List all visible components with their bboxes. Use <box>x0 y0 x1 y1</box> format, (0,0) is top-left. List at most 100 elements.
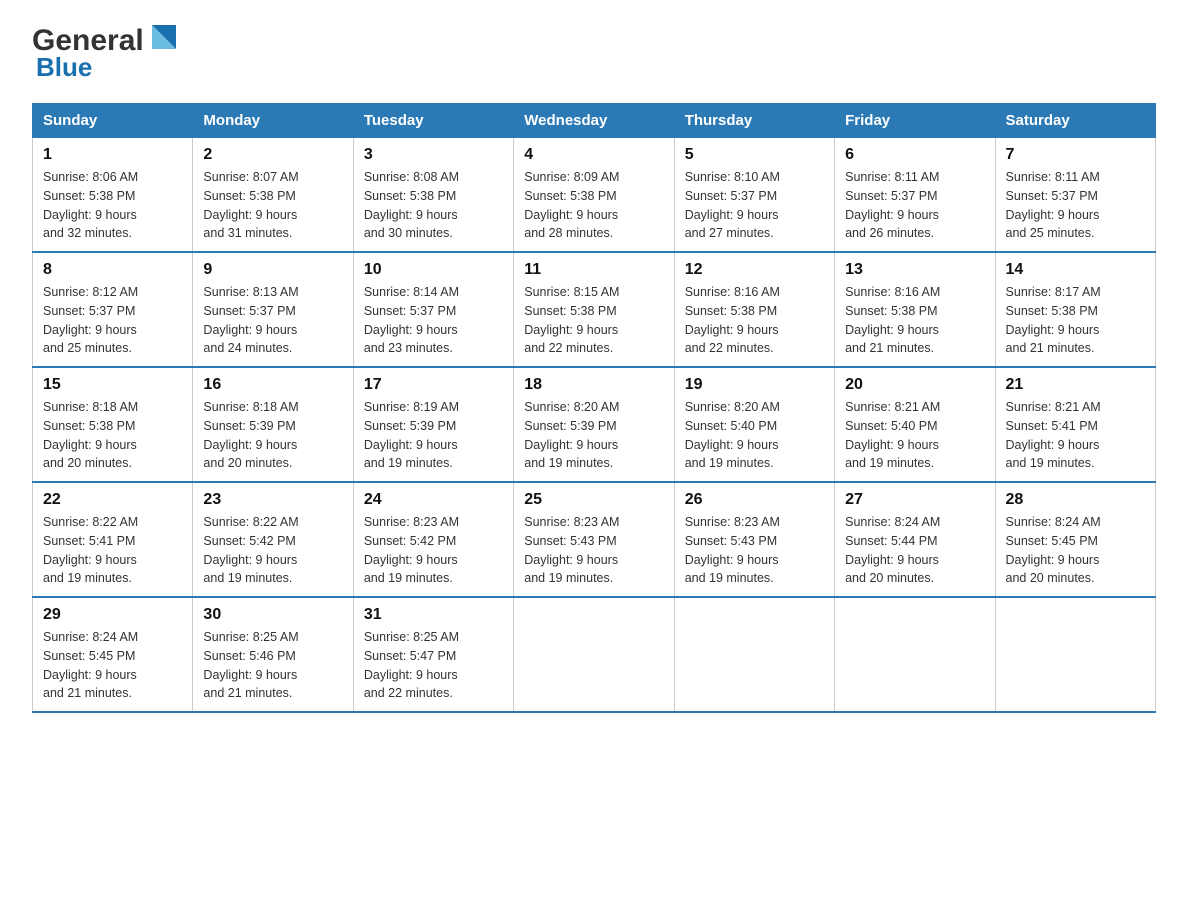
day-number: 21 <box>1006 376 1145 394</box>
day-info: Sunrise: 8:16 AM Sunset: 5:38 PM Dayligh… <box>685 283 824 358</box>
day-info: Sunrise: 8:23 AM Sunset: 5:43 PM Dayligh… <box>524 513 663 588</box>
day-info: Sunrise: 8:21 AM Sunset: 5:40 PM Dayligh… <box>845 398 984 473</box>
calendar-cell <box>995 597 1155 712</box>
day-info: Sunrise: 8:11 AM Sunset: 5:37 PM Dayligh… <box>845 168 984 243</box>
calendar-cell: 12 Sunrise: 8:16 AM Sunset: 5:38 PM Dayl… <box>674 252 834 367</box>
day-info: Sunrise: 8:10 AM Sunset: 5:37 PM Dayligh… <box>685 168 824 243</box>
day-number: 22 <box>43 491 182 509</box>
calendar-cell: 3 Sunrise: 8:08 AM Sunset: 5:38 PM Dayli… <box>353 138 513 253</box>
day-info: Sunrise: 8:11 AM Sunset: 5:37 PM Dayligh… <box>1006 168 1145 243</box>
col-header-friday: Friday <box>835 104 995 138</box>
calendar-cell: 11 Sunrise: 8:15 AM Sunset: 5:38 PM Dayl… <box>514 252 674 367</box>
day-number: 7 <box>1006 146 1145 164</box>
day-info: Sunrise: 8:23 AM Sunset: 5:42 PM Dayligh… <box>364 513 503 588</box>
calendar-cell: 28 Sunrise: 8:24 AM Sunset: 5:45 PM Dayl… <box>995 482 1155 597</box>
day-info: Sunrise: 8:22 AM Sunset: 5:42 PM Dayligh… <box>203 513 342 588</box>
day-info: Sunrise: 8:06 AM Sunset: 5:38 PM Dayligh… <box>43 168 182 243</box>
calendar-cell: 20 Sunrise: 8:21 AM Sunset: 5:40 PM Dayl… <box>835 367 995 482</box>
col-header-tuesday: Tuesday <box>353 104 513 138</box>
day-info: Sunrise: 8:16 AM Sunset: 5:38 PM Dayligh… <box>845 283 984 358</box>
calendar-cell <box>835 597 995 712</box>
day-info: Sunrise: 8:22 AM Sunset: 5:41 PM Dayligh… <box>43 513 182 588</box>
day-number: 20 <box>845 376 984 394</box>
calendar-table: SundayMondayTuesdayWednesdayThursdayFrid… <box>32 103 1156 713</box>
day-number: 13 <box>845 261 984 279</box>
calendar-cell: 10 Sunrise: 8:14 AM Sunset: 5:37 PM Dayl… <box>353 252 513 367</box>
day-number: 15 <box>43 376 182 394</box>
calendar-cell: 21 Sunrise: 8:21 AM Sunset: 5:41 PM Dayl… <box>995 367 1155 482</box>
calendar-cell: 29 Sunrise: 8:24 AM Sunset: 5:45 PM Dayl… <box>33 597 193 712</box>
calendar-cell: 8 Sunrise: 8:12 AM Sunset: 5:37 PM Dayli… <box>33 252 193 367</box>
calendar-cell: 13 Sunrise: 8:16 AM Sunset: 5:38 PM Dayl… <box>835 252 995 367</box>
calendar-week-row: 8 Sunrise: 8:12 AM Sunset: 5:37 PM Dayli… <box>33 252 1156 367</box>
calendar-cell: 15 Sunrise: 8:18 AM Sunset: 5:38 PM Dayl… <box>33 367 193 482</box>
day-number: 3 <box>364 146 503 164</box>
day-number: 25 <box>524 491 663 509</box>
col-header-sunday: Sunday <box>33 104 193 138</box>
day-info: Sunrise: 8:18 AM Sunset: 5:38 PM Dayligh… <box>43 398 182 473</box>
day-number: 1 <box>43 146 182 164</box>
day-number: 2 <box>203 146 342 164</box>
logo-blue: Blue <box>36 52 92 82</box>
day-number: 18 <box>524 376 663 394</box>
calendar-cell: 25 Sunrise: 8:23 AM Sunset: 5:43 PM Dayl… <box>514 482 674 597</box>
day-info: Sunrise: 8:20 AM Sunset: 5:40 PM Dayligh… <box>685 398 824 473</box>
logo: General Blue <box>32 24 182 83</box>
calendar-week-row: 29 Sunrise: 8:24 AM Sunset: 5:45 PM Dayl… <box>33 597 1156 712</box>
day-number: 31 <box>364 606 503 624</box>
calendar-cell: 2 Sunrise: 8:07 AM Sunset: 5:38 PM Dayli… <box>193 138 353 253</box>
day-info: Sunrise: 8:24 AM Sunset: 5:44 PM Dayligh… <box>845 513 984 588</box>
calendar-cell <box>514 597 674 712</box>
day-number: 14 <box>1006 261 1145 279</box>
calendar-cell: 31 Sunrise: 8:25 AM Sunset: 5:47 PM Dayl… <box>353 597 513 712</box>
calendar-cell: 18 Sunrise: 8:20 AM Sunset: 5:39 PM Dayl… <box>514 367 674 482</box>
day-info: Sunrise: 8:19 AM Sunset: 5:39 PM Dayligh… <box>364 398 503 473</box>
day-number: 9 <box>203 261 342 279</box>
day-number: 11 <box>524 261 663 279</box>
day-number: 4 <box>524 146 663 164</box>
calendar-cell: 4 Sunrise: 8:09 AM Sunset: 5:38 PM Dayli… <box>514 138 674 253</box>
day-info: Sunrise: 8:14 AM Sunset: 5:37 PM Dayligh… <box>364 283 503 358</box>
day-info: Sunrise: 8:18 AM Sunset: 5:39 PM Dayligh… <box>203 398 342 473</box>
calendar-cell: 7 Sunrise: 8:11 AM Sunset: 5:37 PM Dayli… <box>995 138 1155 253</box>
day-number: 8 <box>43 261 182 279</box>
calendar-cell: 26 Sunrise: 8:23 AM Sunset: 5:43 PM Dayl… <box>674 482 834 597</box>
day-info: Sunrise: 8:08 AM Sunset: 5:38 PM Dayligh… <box>364 168 503 243</box>
calendar-cell: 14 Sunrise: 8:17 AM Sunset: 5:38 PM Dayl… <box>995 252 1155 367</box>
col-header-thursday: Thursday <box>674 104 834 138</box>
day-info: Sunrise: 8:09 AM Sunset: 5:38 PM Dayligh… <box>524 168 663 243</box>
day-number: 6 <box>845 146 984 164</box>
calendar-cell: 30 Sunrise: 8:25 AM Sunset: 5:46 PM Dayl… <box>193 597 353 712</box>
day-number: 17 <box>364 376 503 394</box>
col-header-wednesday: Wednesday <box>514 104 674 138</box>
calendar-week-row: 1 Sunrise: 8:06 AM Sunset: 5:38 PM Dayli… <box>33 138 1156 253</box>
day-number: 5 <box>685 146 824 164</box>
calendar-week-row: 15 Sunrise: 8:18 AM Sunset: 5:38 PM Dayl… <box>33 367 1156 482</box>
day-info: Sunrise: 8:24 AM Sunset: 5:45 PM Dayligh… <box>43 628 182 703</box>
calendar-cell <box>674 597 834 712</box>
day-info: Sunrise: 8:25 AM Sunset: 5:46 PM Dayligh… <box>203 628 342 703</box>
calendar-header-row: SundayMondayTuesdayWednesdayThursdayFrid… <box>33 104 1156 138</box>
calendar-cell: 9 Sunrise: 8:13 AM Sunset: 5:37 PM Dayli… <box>193 252 353 367</box>
day-info: Sunrise: 8:15 AM Sunset: 5:38 PM Dayligh… <box>524 283 663 358</box>
day-info: Sunrise: 8:24 AM Sunset: 5:45 PM Dayligh… <box>1006 513 1145 588</box>
calendar-cell: 27 Sunrise: 8:24 AM Sunset: 5:44 PM Dayl… <box>835 482 995 597</box>
calendar-cell: 17 Sunrise: 8:19 AM Sunset: 5:39 PM Dayl… <box>353 367 513 482</box>
day-number: 19 <box>685 376 824 394</box>
calendar-cell: 16 Sunrise: 8:18 AM Sunset: 5:39 PM Dayl… <box>193 367 353 482</box>
day-info: Sunrise: 8:23 AM Sunset: 5:43 PM Dayligh… <box>685 513 824 588</box>
day-number: 23 <box>203 491 342 509</box>
calendar-cell: 22 Sunrise: 8:22 AM Sunset: 5:41 PM Dayl… <box>33 482 193 597</box>
day-info: Sunrise: 8:17 AM Sunset: 5:38 PM Dayligh… <box>1006 283 1145 358</box>
calendar-cell: 19 Sunrise: 8:20 AM Sunset: 5:40 PM Dayl… <box>674 367 834 482</box>
col-header-saturday: Saturday <box>995 104 1155 138</box>
page-header: General Blue <box>32 24 1156 83</box>
logo-triangle-icon <box>146 21 182 57</box>
calendar-cell: 5 Sunrise: 8:10 AM Sunset: 5:37 PM Dayli… <box>674 138 834 253</box>
day-number: 24 <box>364 491 503 509</box>
day-info: Sunrise: 8:20 AM Sunset: 5:39 PM Dayligh… <box>524 398 663 473</box>
day-info: Sunrise: 8:25 AM Sunset: 5:47 PM Dayligh… <box>364 628 503 703</box>
day-number: 10 <box>364 261 503 279</box>
day-number: 12 <box>685 261 824 279</box>
day-number: 26 <box>685 491 824 509</box>
